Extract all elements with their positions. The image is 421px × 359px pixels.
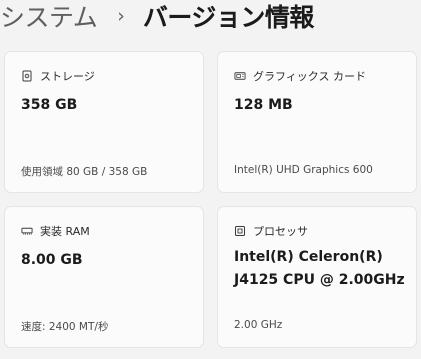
page-title: バージョン情報 xyxy=(142,3,315,32)
storage-usage-detail: 使用領域 80 GB / 358 GB xyxy=(21,166,148,178)
storage-total-value: 358 GB xyxy=(21,97,78,113)
processor-card-title: プロセッサ xyxy=(253,225,308,238)
processor-card-header: プロセッサ xyxy=(234,223,308,239)
ram-card: 実装 RAM 8.00 GB 速度: 2400 MT/秒 xyxy=(4,206,204,348)
processor-icon xyxy=(234,225,246,237)
graphics-card-icon xyxy=(234,70,246,82)
processor-card: プロセッサ Intel(R) Celeron(R) J4125 CPU @ 2.… xyxy=(217,206,417,348)
graphics-adapter-detail: Intel(R) UHD Graphics 600 xyxy=(234,164,373,176)
storage-card-header: ストレージ xyxy=(21,68,95,84)
processor-clock-detail: 2.00 GHz xyxy=(234,319,283,331)
graphics-card-card: グラフィックス カード 128 MB Intel(R) UHD Graphics… xyxy=(217,51,417,193)
breadcrumb-parent-link[interactable]: システム xyxy=(0,0,98,34)
graphics-card-header: グラフィックス カード xyxy=(234,68,366,84)
ram-card-header: 実装 RAM xyxy=(21,223,90,239)
breadcrumb-separator: › xyxy=(117,5,125,27)
graphics-card-title: グラフィックス カード xyxy=(253,70,366,83)
ram-icon xyxy=(21,225,33,237)
ram-installed-value: 8.00 GB xyxy=(21,252,83,268)
storage-icon xyxy=(21,70,33,82)
storage-card-title: ストレージ xyxy=(40,70,95,83)
ram-card-title: 実装 RAM xyxy=(40,225,90,238)
ram-speed-detail: 速度: 2400 MT/秒 xyxy=(21,321,109,333)
graphics-memory-value: 128 MB xyxy=(234,97,293,113)
storage-card: ストレージ 358 GB 使用領域 80 GB / 358 GB xyxy=(4,51,204,193)
breadcrumb: システム › バージョン情報 xyxy=(0,0,314,36)
processor-name-value: Intel(R) Celeron(R) J4125 CPU @ 2.00GHz xyxy=(234,249,405,288)
